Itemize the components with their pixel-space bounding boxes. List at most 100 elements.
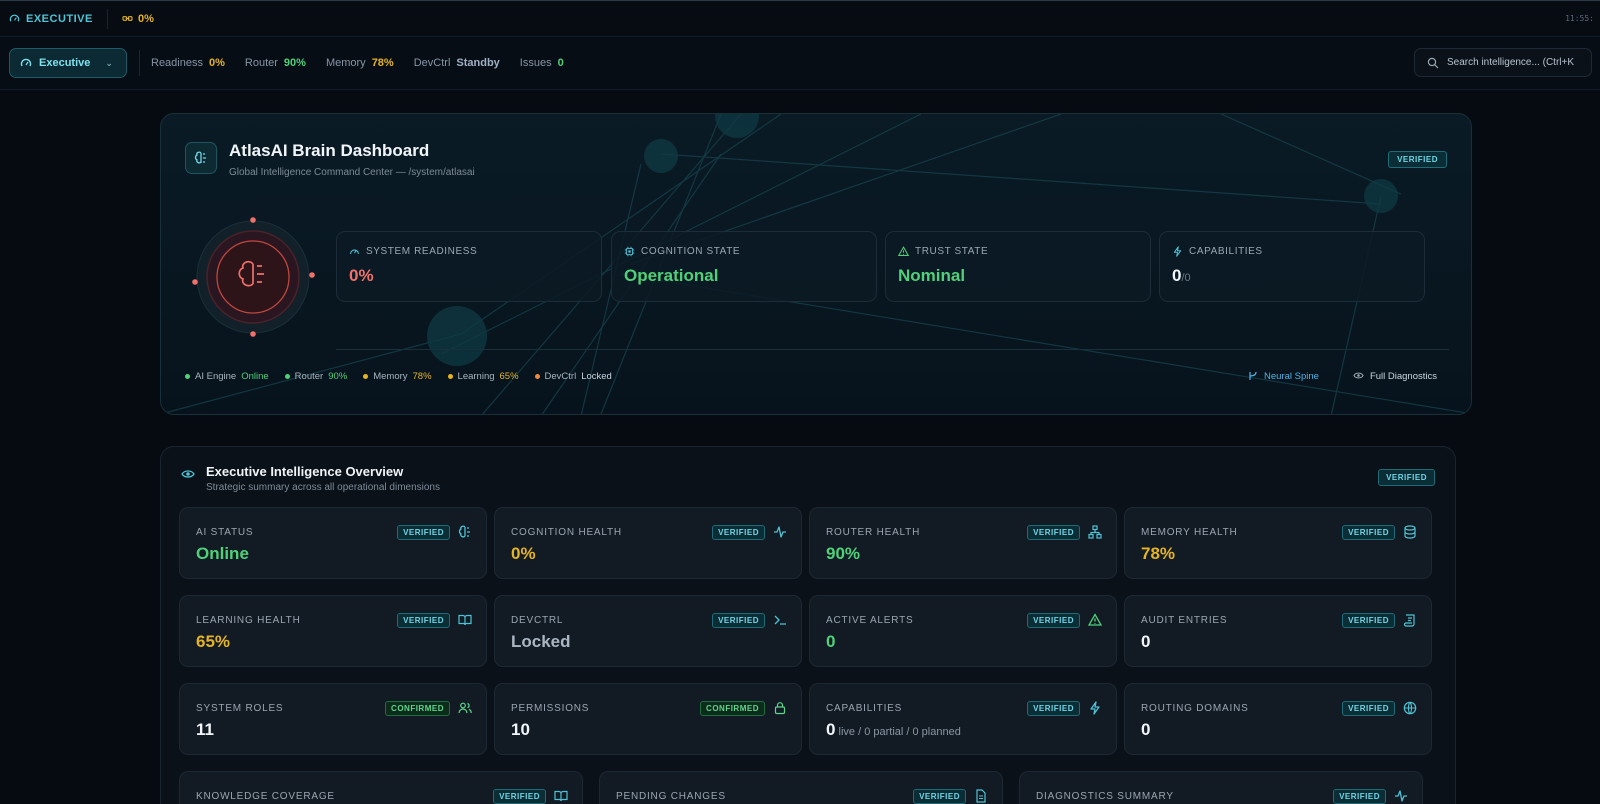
gauge-icon: [9, 14, 20, 22]
tile-routing-domains[interactable]: ROUTING DOMAINS 0 VERIFIED: [1124, 683, 1432, 755]
verified-badge: VERIFIED: [1378, 469, 1435, 486]
hero-card-value: 0%: [349, 266, 374, 285]
toolbar-stat-label: Readiness: [151, 57, 203, 69]
tile-badge: VERIFIED: [1342, 701, 1395, 716]
tile-system-roles[interactable]: SYSTEM ROLES 11 CONFIRMED: [179, 683, 487, 755]
tile-knowledge-coverage[interactable]: KNOWLEDGE COVERAGE VERIFIED: [179, 771, 583, 804]
gauge-icon: [350, 249, 359, 254]
file-icon: [976, 789, 986, 803]
hero-card-trust-state[interactable]: TRUST STATE Nominal: [885, 231, 1151, 302]
tile-badge: CONFIRMED: [700, 701, 765, 716]
tile-label: DIAGNOSTICS SUMMARY: [1036, 791, 1174, 802]
search-input[interactable]: Search intelligence... (Ctrl+K: [1414, 48, 1592, 77]
tile-diagnostics-summary[interactable]: DIAGNOSTICS SUMMARY VERIFIED: [1019, 771, 1423, 804]
full-diagnostics-link[interactable]: Full Diagnostics: [1353, 371, 1437, 382]
tile-icon: [773, 613, 787, 627]
tile-memory-health[interactable]: MEMORY HEALTH 78% VERIFIED: [1124, 507, 1432, 579]
tile-audit-entries[interactable]: AUDIT ENTRIES 0 VERIFIED: [1124, 595, 1432, 667]
toolbar-stat-readiness: Readiness 0%: [151, 57, 225, 69]
neural-spine-link[interactable]: Neural Spine: [1248, 371, 1319, 382]
tile-active-alerts[interactable]: ACTIVE ALERTS 0 VERIFIED: [809, 595, 1117, 667]
tile-icon: [1394, 789, 1408, 803]
tile-icon: [1087, 613, 1103, 627]
status-memory: Memory 78%: [363, 371, 432, 382]
tile-label: CAPABILITIES: [826, 703, 903, 714]
status-router: Router 90%: [284, 371, 347, 382]
hero-card-value: Operational: [624, 266, 719, 285]
toolbar-stat-router: Router 90%: [245, 57, 306, 69]
warning-icon: [898, 246, 909, 256]
tile-capabilities[interactable]: CAPABILITIES 0 live / 0 partial / 0 plann…: [809, 683, 1117, 755]
toolbar-stat-value: Standby: [456, 57, 500, 69]
tile-value: 65%: [196, 632, 231, 651]
toolbar-stat-value: 90%: [283, 57, 306, 69]
tile-devctrl[interactable]: DEVCTRL Locked VERIFIED: [494, 595, 802, 667]
activity-icon: [1395, 790, 1407, 802]
hero-card-label: COGNITION STATE: [624, 246, 740, 257]
toolbar-stat-devctrl: DevCtrl Standby: [414, 57, 500, 69]
tile-icon: [773, 525, 787, 539]
tile-permissions[interactable]: PERMISSIONS 10 CONFIRMED: [494, 683, 802, 755]
tile-pending-changes[interactable]: PENDING CHANGES VERIFIED: [599, 771, 1003, 804]
toolbar-stat-value: 0: [557, 57, 564, 69]
tile-badge: CONFIRMED: [385, 701, 450, 716]
tile-icon: [1403, 613, 1417, 627]
tile-label: PERMISSIONS: [511, 703, 590, 714]
tile-icon: [458, 613, 472, 627]
tile-icon: [1088, 701, 1102, 715]
tile-badge: VERIFIED: [712, 613, 765, 628]
mode-selector-button[interactable]: Executive ⌄: [9, 48, 127, 78]
toolbar-stat-memory: Memory 78%: [326, 57, 394, 69]
tile-cognition-health[interactable]: COGNITION HEALTH 0% VERIFIED: [494, 507, 802, 579]
toolbar-stat-label: Issues: [519, 57, 552, 69]
clock: 11:55:: [1565, 14, 1594, 23]
activity-icon: [774, 526, 786, 538]
tile-label: COGNITION HEALTH: [511, 527, 622, 538]
hero-card-system-readiness[interactable]: SYSTEM READINESS 0%: [336, 231, 602, 302]
status-learning: Learning 65%: [447, 371, 519, 382]
tile-value: 78%: [1141, 544, 1176, 563]
eye-icon: [1353, 372, 1364, 379]
tile-value: 0: [1141, 720, 1151, 739]
tile-learning-health[interactable]: LEARNING HEALTH 65% VERIFIED: [179, 595, 487, 667]
tile-label: DEVCTRL: [511, 615, 564, 626]
tile-badge: VERIFIED: [397, 525, 450, 540]
users-icon: [458, 702, 472, 714]
brain-icon: [458, 525, 470, 538]
tile-label: LEARNING HEALTH: [196, 615, 301, 626]
tile-badge: VERIFIED: [1342, 525, 1395, 540]
network-icon: [1088, 525, 1102, 539]
tile-badge: VERIFIED: [1342, 613, 1395, 628]
tile-value: 0: [826, 632, 836, 651]
status-devctrl: DevCtrl Locked: [534, 371, 612, 382]
hero-card-cognition-state[interactable]: COGNITION STATE Operational: [611, 231, 877, 302]
tile-value: 0 live / 0 partial / 0 planned: [826, 720, 961, 739]
book-icon: [458, 614, 472, 626]
readiness-indicator: 0%: [122, 13, 154, 25]
brain-logo: [185, 142, 217, 174]
tile-icon: [458, 701, 472, 715]
tile-label: ROUTING DOMAINS: [1141, 703, 1249, 714]
tile-ai-status[interactable]: AI STATUS Online VERIFIED: [179, 507, 487, 579]
tile-router-health[interactable]: ROUTER HEALTH 90% VERIFIED: [809, 507, 1117, 579]
tile-value: Locked: [511, 632, 571, 651]
hero-card-label: SYSTEM READINESS: [349, 246, 477, 257]
tile-icon: [773, 701, 787, 715]
warning-icon: [1087, 613, 1103, 626]
globe-icon: [1403, 701, 1417, 715]
toolbar: Executive ⌄ Readiness 0% Router 90% Memory 78…: [0, 37, 1600, 90]
brand[interactable]: EXECUTIVE: [0, 8, 108, 29]
hero-card-capabilities[interactable]: CAPABILITIES 0/0: [1159, 231, 1425, 302]
verified-badge: VERIFIED: [1388, 151, 1447, 168]
executive-overview-panel: Executive Intelligence Overview Strategi…: [160, 446, 1456, 804]
gauge-icon: [20, 58, 32, 67]
tile-icon: [1403, 701, 1417, 715]
hero-card-label: CAPABILITIES: [1172, 246, 1263, 257]
branch-icon: [1249, 371, 1257, 380]
toolbar-stat-value: 0%: [208, 57, 225, 69]
toolbar-stat-value: 78%: [371, 57, 394, 69]
tile-badge: VERIFIED: [913, 789, 966, 804]
status-dot: [447, 374, 453, 379]
tile-value: 0: [1141, 632, 1151, 651]
lock-icon: [774, 702, 786, 715]
